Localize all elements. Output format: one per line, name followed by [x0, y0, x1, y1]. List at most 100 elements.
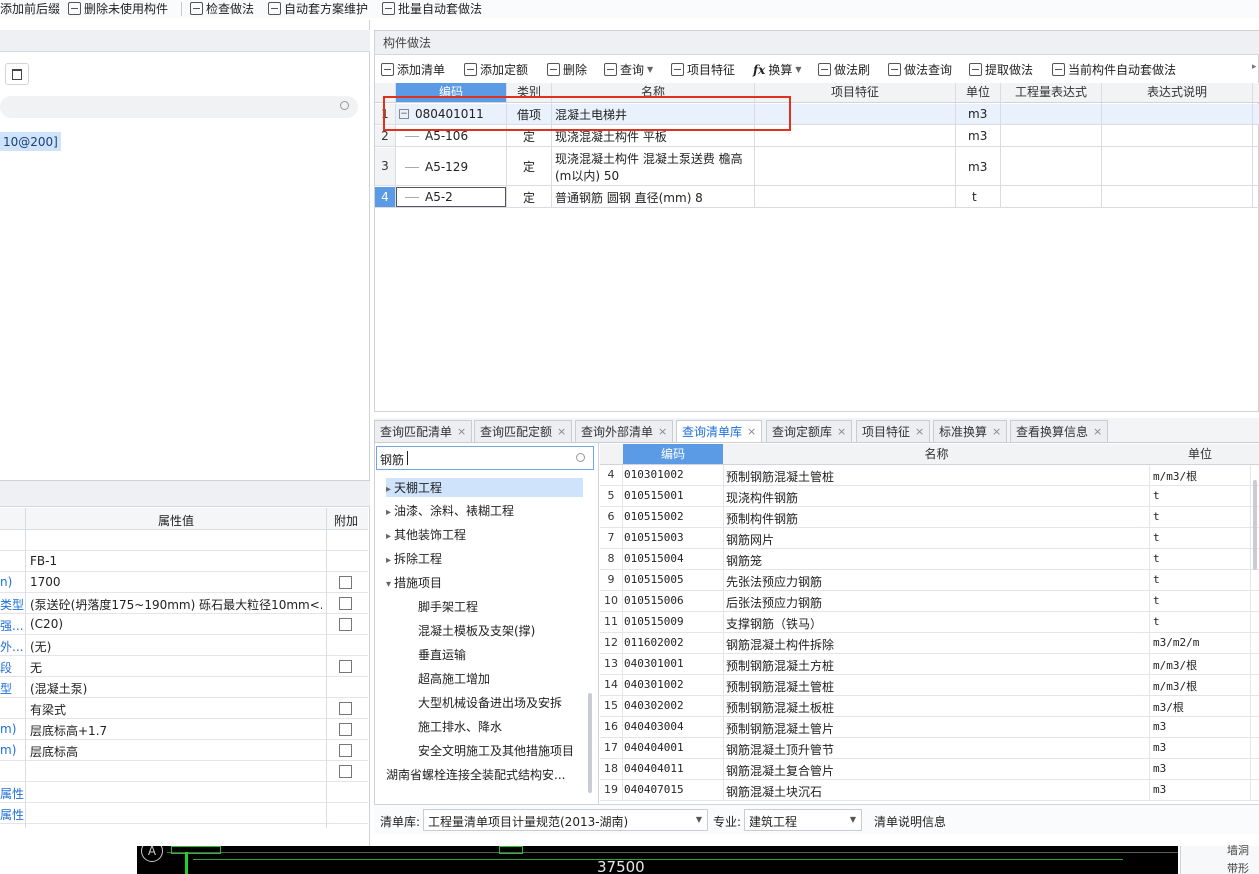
category-item[interactable]: ▸ 拆除工程 — [386, 550, 442, 567]
extract-method-button[interactable]: 提取做法 — [969, 61, 1033, 78]
property-row[interactable]: 型 (混凝土泵) — [0, 677, 368, 698]
add-prefix-button[interactable]: 添加前后缀 — [0, 0, 60, 17]
caret-down-icon[interactable]: ▾ — [386, 579, 391, 590]
property-row[interactable]: m) 层底标高+1.7 — [0, 719, 368, 740]
library-row[interactable]: 13 040301001 预制钢筋混凝土方桩 m/m3/根 — [600, 654, 1259, 675]
property-row[interactable]: 有梁式 — [0, 698, 368, 719]
major-select[interactable]: 建筑工程 ▼ — [744, 809, 862, 831]
expr-desc-column-header[interactable]: 表达式说明 — [1102, 83, 1252, 103]
category-item[interactable]: ▸ 油漆、涂料、裱糊工程 — [386, 502, 514, 519]
library-row[interactable]: 7 010515003 钢筋网片 t — [600, 528, 1259, 549]
property-value[interactable]: FB-1 — [30, 554, 322, 568]
library-row[interactable]: 9 010515005 先张法预应力钢筋 t — [600, 570, 1259, 591]
attach-checkbox[interactable] — [339, 618, 352, 631]
check-method-button[interactable]: 检查做法 — [190, 0, 254, 17]
tab-project-feature[interactable]: 项目特征 × — [856, 420, 931, 442]
lib-code-header[interactable]: 编码 — [623, 444, 723, 465]
property-row[interactable]: FB-1 — [0, 551, 368, 572]
property-value[interactable]: 无 — [30, 659, 322, 676]
property-value[interactable]: (泵送砼(坍落度175~190mm) 砾石最大粒径10mm<... — [30, 596, 322, 613]
convert-button[interactable]: fx 换算 ▼ — [753, 61, 802, 78]
lib-unit-header[interactable]: 单位 — [1150, 444, 1250, 465]
close-icon[interactable]: × — [747, 425, 756, 438]
property-row[interactable]: m) 层底标高 — [0, 740, 368, 761]
category-item[interactable]: 大型机械设备进出场及安拆 — [418, 694, 562, 711]
tab-match-list[interactable]: 查询匹配清单 × — [374, 420, 473, 442]
attach-checkbox[interactable] — [339, 723, 352, 736]
delete-icon-button[interactable] — [5, 63, 29, 85]
close-icon[interactable]: × — [557, 425, 566, 438]
caret-right-icon[interactable]: ▸ — [386, 531, 391, 542]
method-row-4[interactable]: 4 A5-2 定 普通钢筋 圆钢 直径(mm) 8 t — [375, 187, 1259, 208]
property-value[interactable]: (混凝土泵) — [30, 680, 322, 697]
search-icon[interactable] — [576, 453, 585, 462]
property-row[interactable] — [0, 761, 368, 782]
caret-right-icon[interactable]: ▸ — [386, 484, 391, 495]
tree-scrollbar[interactable] — [588, 693, 592, 793]
property-value[interactable]: 层底标高 — [30, 743, 322, 760]
close-icon[interactable]: × — [457, 425, 466, 438]
category-item[interactable]: ▸ 其他装饰工程 — [386, 526, 466, 543]
attach-checkbox[interactable] — [339, 597, 352, 610]
attach-checkbox[interactable] — [339, 576, 352, 589]
property-row[interactable]: n) 1700 — [0, 572, 368, 593]
attach-checkbox[interactable] — [339, 660, 352, 673]
library-row[interactable]: 16 040403004 预制钢筋混凝土管片 m3 — [600, 717, 1259, 738]
library-row[interactable]: 18 040404011 钢筋混凝土复合管片 m3 — [600, 759, 1259, 780]
method-row-3[interactable]: 3 A5-129 定 现浇混凝土构件 混凝土泵送费 檐高 (m以内) 50 m3 — [375, 148, 1259, 186]
method-brush-button[interactable]: 做法刷 — [818, 61, 870, 78]
property-row[interactable]: 外... (无) — [0, 635, 368, 656]
attach-checkbox[interactable] — [339, 744, 352, 757]
property-value[interactable]: 层底标高+1.7 — [30, 722, 322, 739]
delete-unused-button[interactable]: 删除未使用构件 — [68, 0, 168, 17]
unit-column-header[interactable]: 单位 — [956, 83, 1000, 103]
category-item[interactable]: 湖南省螺栓连接全装配式结构安... — [386, 766, 565, 783]
query-button[interactable]: 查询 ▼ — [604, 61, 653, 78]
close-icon[interactable]: × — [837, 425, 846, 438]
category-item[interactable]: ▾ 措施项目 — [386, 574, 442, 591]
library-row[interactable]: 8 010515004 钢筋笼 t — [600, 549, 1259, 570]
list-info-label[interactable]: 清单说明信息 — [874, 813, 946, 830]
batch-auto-button[interactable]: 批量自动套做法 — [382, 0, 482, 17]
property-row[interactable]: 强... (C20) — [0, 614, 368, 635]
category-item[interactable]: 施工排水、降水 — [418, 718, 502, 735]
add-quota-button[interactable]: 添加定额 — [464, 61, 528, 78]
auto-apply-button[interactable]: 当前构件自动套做法 — [1052, 61, 1176, 78]
tab-convert-info[interactable]: 查看换算信息 × — [1010, 420, 1109, 442]
left-search-box[interactable] — [0, 96, 358, 118]
category-item[interactable]: 垂直运输 — [418, 646, 466, 663]
library-row[interactable]: 10 010515006 后张法预应力钢筋 t — [600, 591, 1259, 612]
library-row[interactable]: 12 011602002 钢筋混凝土构件拆除 m3/m2/m — [600, 633, 1259, 654]
tab-quota-library[interactable]: 查询定额库 × — [766, 420, 853, 442]
close-icon[interactable]: × — [658, 425, 667, 438]
property-value[interactable]: 1700 — [30, 575, 322, 589]
close-icon[interactable]: × — [915, 425, 924, 438]
caret-right-icon[interactable]: ▸ — [386, 507, 391, 518]
close-icon[interactable]: × — [992, 425, 1001, 438]
property-value[interactable]: 有梁式 — [30, 701, 322, 718]
auto-scheme-button[interactable]: 自动套方案维护 — [268, 0, 368, 17]
library-row[interactable]: 5 010515001 现浇构件钢筋 t — [600, 486, 1259, 507]
delete-button[interactable]: 删除 — [547, 61, 587, 78]
toolbar-more-icon[interactable]: ▸ — [1252, 62, 1257, 72]
lib-name-header[interactable]: 名称 — [724, 444, 1149, 465]
tab-list-library[interactable]: 查询清单库 × — [676, 420, 763, 442]
category-item[interactable]: ▸ 天棚工程 — [386, 478, 583, 497]
category-item[interactable]: 安全文明施工及其他措施项目 — [418, 742, 574, 759]
attach-checkbox[interactable] — [339, 702, 352, 715]
list-search-input[interactable]: 钢筋 — [376, 446, 594, 470]
tab-external-list[interactable]: 查询外部清单 × — [575, 420, 674, 442]
category-item[interactable]: 超高施工增加 — [418, 670, 490, 687]
property-row[interactable]: 类型 (泵送砼(坍落度175~190mm) 砾石最大粒径10mm<... — [0, 593, 368, 614]
expr-column-header[interactable]: 工程量表达式 — [1001, 83, 1101, 103]
property-value[interactable]: (无) — [30, 638, 322, 655]
close-icon[interactable]: × — [1093, 425, 1102, 438]
add-list-button[interactable]: 添加清单 — [381, 61, 445, 78]
category-item[interactable]: 混凝土模板及支架(撑) — [418, 622, 535, 639]
property-row[interactable]: 属性 — [0, 782, 368, 803]
right-edge-item[interactable]: 墙洞 — [1227, 842, 1249, 858]
property-row[interactable] — [0, 530, 368, 551]
project-feature-button[interactable]: 项目特征 — [671, 61, 735, 78]
caret-right-icon[interactable]: ▸ — [386, 555, 391, 566]
library-row[interactable]: 15 040302002 预制钢筋混凝土板桩 m3/根 — [600, 696, 1259, 717]
